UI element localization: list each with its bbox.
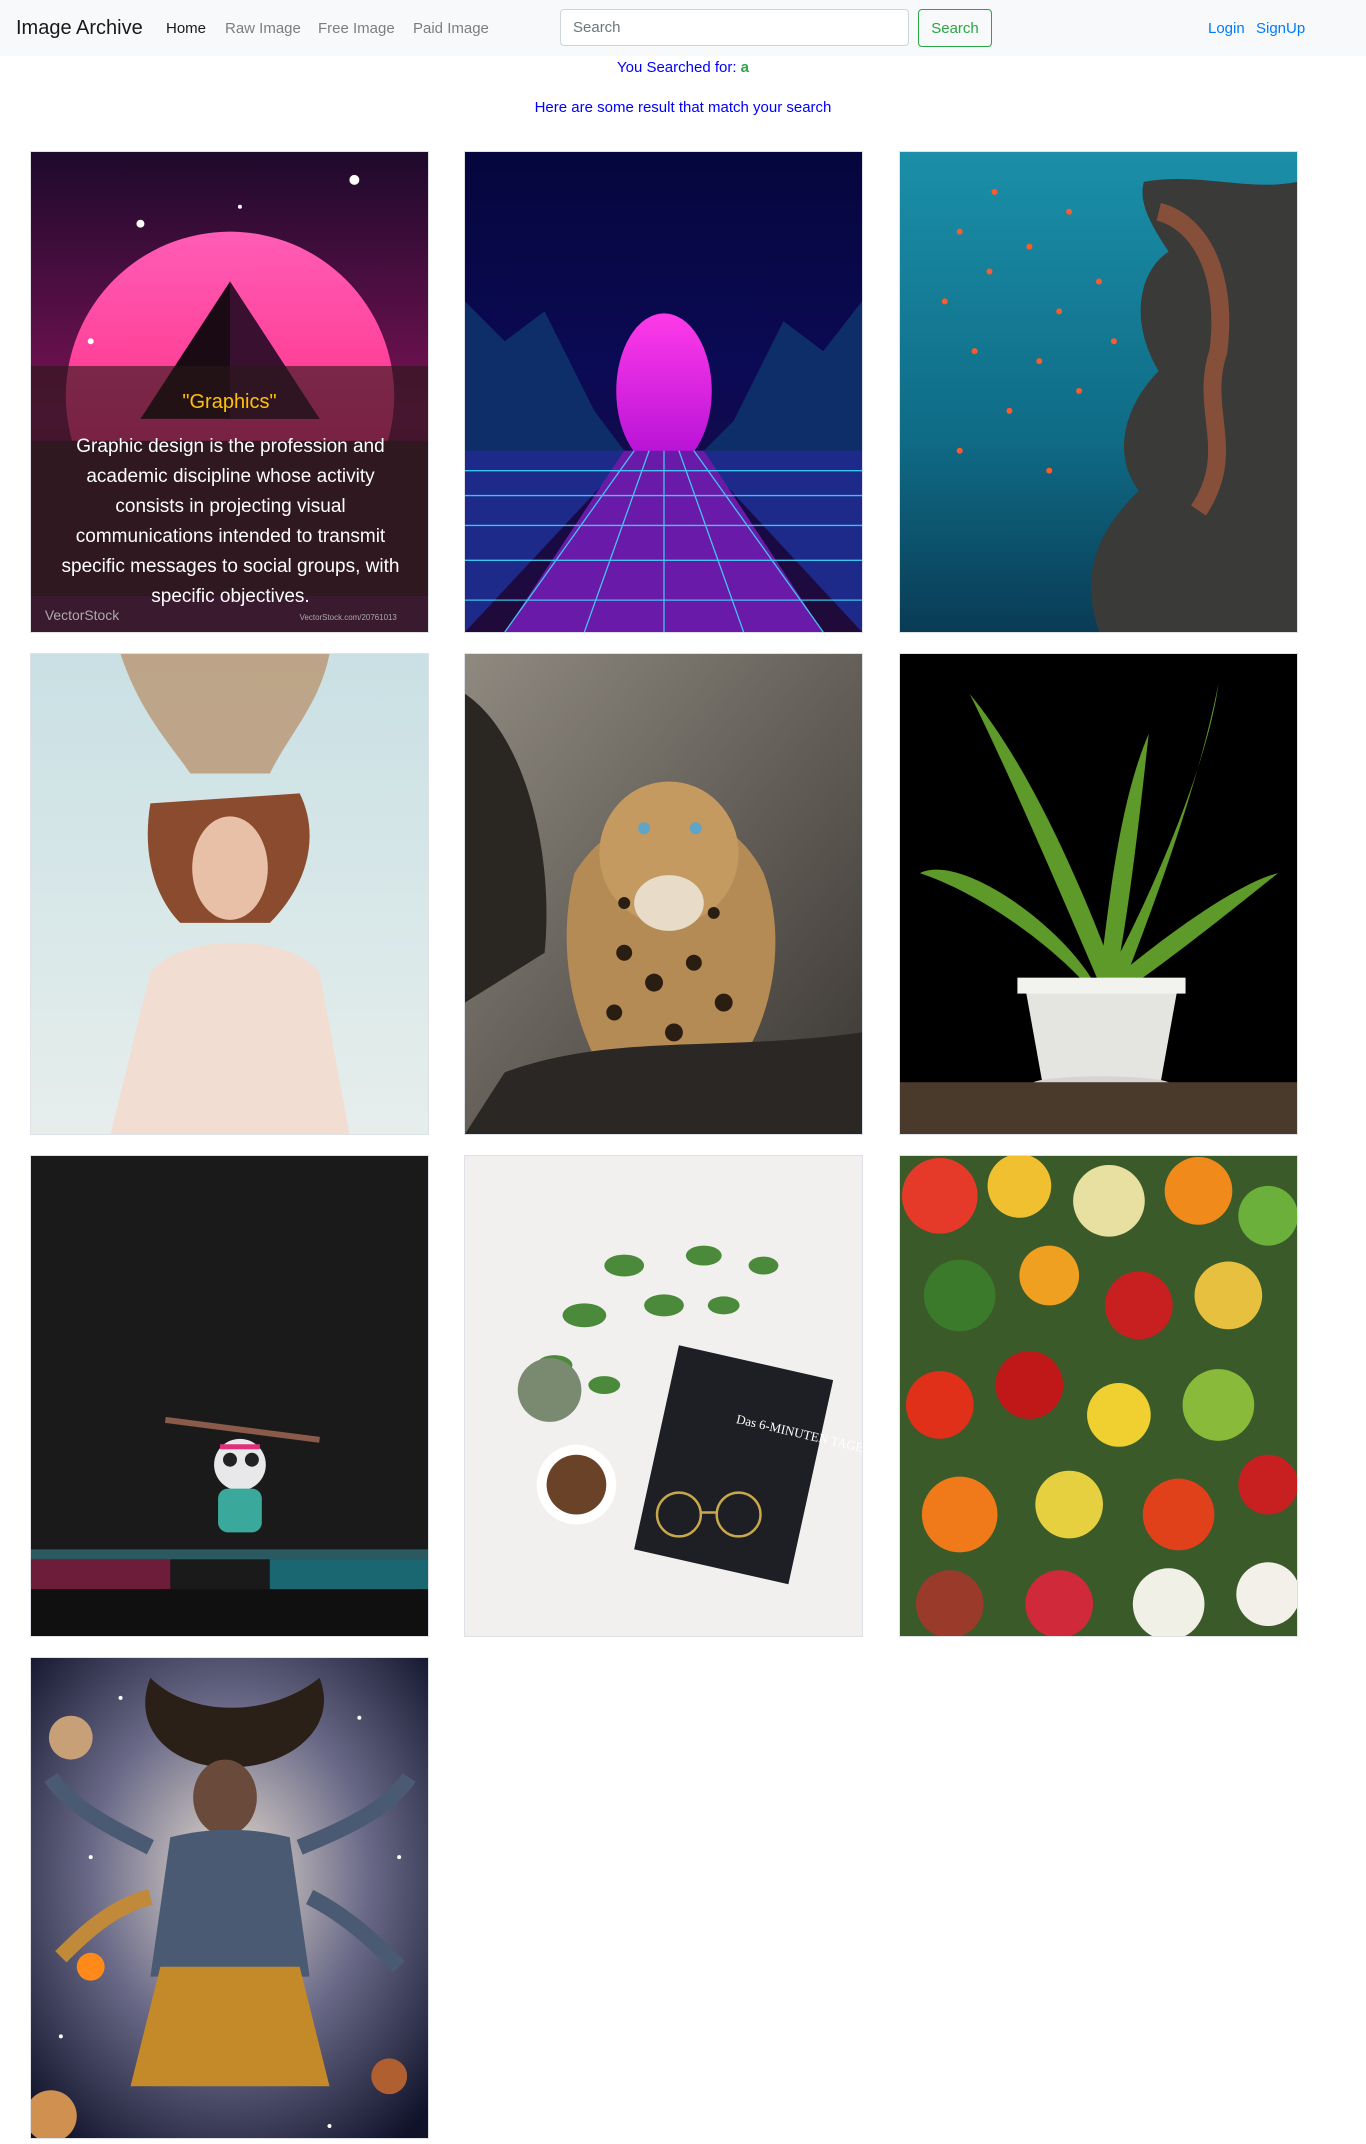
search-button[interactable]: Search xyxy=(918,9,992,47)
watermark-url-text: VectorStock.com/20761013 xyxy=(300,613,398,622)
image-card-leopard[interactable] xyxy=(464,653,863,1135)
image-card-graphics[interactable]: VectorStock VectorStock.com/20761013 "Gr… xyxy=(30,151,429,633)
signup-link[interactable]: SignUp xyxy=(1256,19,1305,39)
search-summary: You Searched for: a xyxy=(0,58,1366,78)
nav-raw-image[interactable]: Raw Image xyxy=(225,19,301,39)
leopard-image xyxy=(465,654,862,1134)
nav-paid-image[interactable]: Paid Image xyxy=(413,19,489,39)
image-card-cosmic-deity[interactable] xyxy=(30,1657,429,2139)
searched-label: You Searched for: xyxy=(616,59,737,76)
brand-logo-link[interactable]: Image Archive xyxy=(16,15,143,41)
snake-plant-image xyxy=(900,654,1297,1134)
journal-flatlay-image: Das 6-MINUTEN TAGEBUCH xyxy=(465,1156,862,1636)
panda-toy-image xyxy=(31,1156,428,1636)
image-card-fruits-vegetables[interactable] xyxy=(899,1155,1298,1637)
fruits-vegetables-image xyxy=(900,1156,1297,1636)
search-term: a xyxy=(740,59,750,76)
image-card-coral-reef[interactable] xyxy=(899,151,1298,633)
navbar: Image Archive Home Raw Image Free Image … xyxy=(0,0,1366,56)
neon-grid-image xyxy=(465,152,862,632)
login-link[interactable]: Login xyxy=(1208,19,1245,39)
overlay-description: Graphic design is the profession and aca… xyxy=(61,436,400,607)
cosmic-deity-image xyxy=(31,1658,428,2138)
image-card-neon-grid[interactable] xyxy=(464,151,863,633)
image-card-snake-plant[interactable] xyxy=(899,653,1298,1135)
nav-home[interactable]: Home xyxy=(166,19,206,39)
results-subtitle: Here are some result that match your sea… xyxy=(534,99,832,116)
coral-reef-image xyxy=(900,152,1297,632)
underwater-woman-image xyxy=(31,654,428,1134)
overlay-title: "Graphics" xyxy=(182,391,277,413)
image-card-panda-toy[interactable] xyxy=(30,1155,429,1637)
image-card-underwater-woman[interactable] xyxy=(30,653,429,1135)
nav-free-image[interactable]: Free Image xyxy=(318,19,395,39)
search-input[interactable] xyxy=(560,9,909,46)
image-card-journal-flatlay[interactable]: Das 6-MINUTEN TAGEBUCH xyxy=(464,1155,863,1637)
